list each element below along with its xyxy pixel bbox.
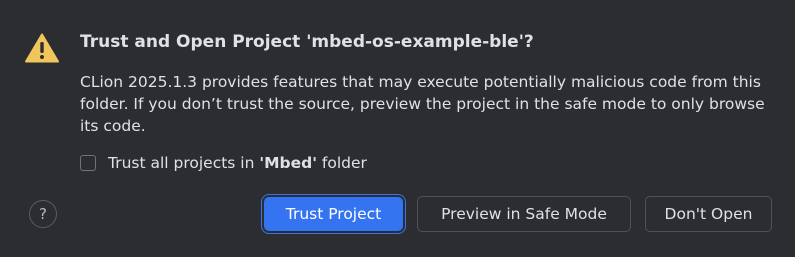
warning-icon	[25, 33, 59, 63]
dialog-message: CLion 2025.1.3 provides features that ma…	[80, 73, 765, 135]
help-icon: ?	[39, 205, 47, 223]
preview-safe-mode-button[interactable]: Preview in Safe Mode	[417, 196, 631, 232]
trust-project-dialog: Trust and Open Project 'mbed-os-example-…	[0, 0, 795, 257]
trust-folder-checkbox-row[interactable]: Trust all projects in 'Mbed' folder	[80, 154, 367, 172]
help-button[interactable]: ?	[29, 200, 57, 228]
dialog-title: Trust and Open Project 'mbed-os-example-…	[80, 32, 534, 52]
trust-folder-checkbox[interactable]	[80, 155, 96, 171]
checkbox-label-prefix: Trust all projects in	[108, 154, 260, 172]
trust-project-button[interactable]: Trust Project	[264, 197, 403, 231]
checkbox-label-folder: 'Mbed'	[259, 154, 317, 172]
dont-open-button[interactable]: Don't Open	[645, 196, 772, 232]
checkbox-label-suffix: folder	[317, 154, 367, 172]
